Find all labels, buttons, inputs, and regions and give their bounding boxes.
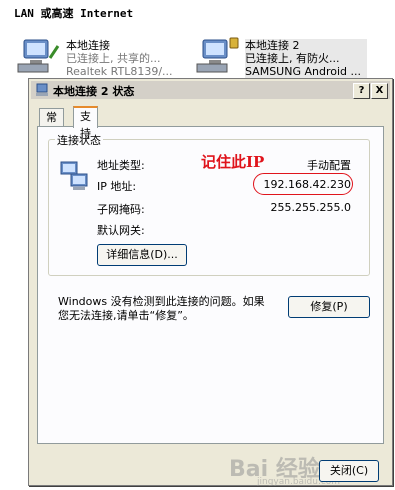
connection-status: 已连接上, 有防火... [245, 52, 340, 65]
address-type-label: 地址类型: [97, 159, 145, 172]
section-title: LAN 或高速 Internet [14, 7, 134, 20]
dialog-title: 本地连接 2 状态 [53, 85, 135, 98]
tab-support[interactable]: 支持 [73, 106, 98, 140]
connection-status: 已连接上, 共享的... [66, 52, 161, 65]
tab-panel-support: 连接状态 记住此IP 地址类型: 手动配置 IP 地址: 192.168.42.… [37, 126, 384, 444]
dialog-titlebar[interactable]: 本地连接 2 状态 ? X [31, 81, 390, 99]
connection-device: SAMSUNG Android ... [245, 65, 361, 78]
annotation-remember-ip: 记住此IP [201, 153, 265, 171]
network-connection-icon [196, 37, 239, 73]
ip-address-value: 192.168.42.230 [263, 178, 351, 191]
help-button[interactable]: ? [353, 83, 370, 99]
connection-computers-icon [60, 161, 88, 190]
connection-device: Realtek RTL8139/... [66, 65, 173, 78]
ip-address-label: IP 地址: [97, 180, 137, 193]
default-gateway-label: 默认网关: [97, 224, 145, 237]
connection-name: 本地连接 2 [245, 39, 300, 52]
network-connection-icon [17, 39, 60, 73]
address-type-value: 手动配置 [307, 159, 351, 172]
subnet-mask-label: 子网掩码: [97, 203, 145, 216]
group-label: 连接状态 [55, 132, 103, 148]
repair-description: Windows 没有检测到此连接的问题。如果您无法连接,请单击“修复”。 [58, 295, 265, 322]
repair-button[interactable]: 修复(P) [288, 296, 370, 318]
close-title-button[interactable]: X [371, 83, 388, 99]
subnet-mask-value: 255.255.255.0 [270, 201, 351, 214]
tab-general[interactable]: 常规 [39, 108, 64, 141]
details-button[interactable]: 详细信息(D)... [97, 244, 187, 266]
connection-status-group: 连接状态 记住此IP 地址类型: 手动配置 IP 地址: 192.168.42.… [48, 132, 370, 276]
network-icon [36, 83, 48, 96]
connection-name: 本地连接 [66, 39, 110, 52]
close-button[interactable]: 关闭(C) [319, 460, 379, 482]
connection-status-dialog: 本地连接 2 状态 ? X 常规 支持 连接状态 记住此IP 地址类型: 手动配… [28, 78, 393, 487]
